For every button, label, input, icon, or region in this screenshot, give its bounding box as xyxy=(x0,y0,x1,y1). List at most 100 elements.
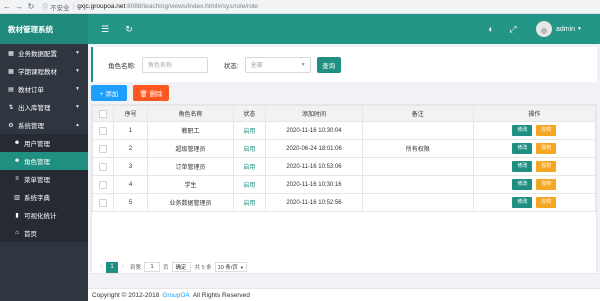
sidebar-item-system-management[interactable]: ⚙ 系统管理 ▲ xyxy=(0,116,88,134)
reload-icon[interactable]: ↻ xyxy=(26,2,36,12)
table-row: 3 订单管理员 启用 2020-11-16 10:53:06 修改 授权 xyxy=(92,157,597,176)
not-secure-label: 不安全 xyxy=(50,4,70,12)
time-cell: 2020-11-16 10:53:06 xyxy=(265,157,363,176)
menu-toggle-icon[interactable]: ☰ xyxy=(96,20,114,38)
select-all-checkbox[interactable] xyxy=(98,109,107,118)
sidebar-item-inventory[interactable]: ⇅ 出入库管理 ▼ xyxy=(0,98,88,116)
status-cell: 启用 xyxy=(232,175,267,194)
goto-confirm-button[interactable]: 确定 xyxy=(171,262,191,272)
sidebar-item-label: 学期课程教材 xyxy=(18,69,57,76)
avatar-head xyxy=(540,28,547,34)
status-select[interactable]: 全部 ▼ xyxy=(244,56,311,73)
table-row: 4 学生 启用 2020-11-16 10:30:16 修改 授权 xyxy=(92,175,597,194)
pagination: ‹ 1 › 到第 1 页 确定 共 5 条 10 条/页 ▼ xyxy=(96,261,247,273)
authorize-button[interactable]: 授权 xyxy=(536,197,557,208)
row-checkbox[interactable] xyxy=(98,198,107,207)
grid-icon: ▦ xyxy=(8,50,14,57)
sidebar-item-business-data[interactable]: ▦ 业务数据配置 ▼ xyxy=(0,44,88,62)
role-name-cell: 超级管理员 xyxy=(147,139,234,158)
row-checkbox[interactable] xyxy=(98,180,107,189)
select-all-header[interactable] xyxy=(92,105,114,122)
row-number: 5 xyxy=(112,193,149,212)
sidebar-item-roles[interactable]: ☻ 角色管理 xyxy=(0,152,88,170)
column-header: 添加时间 xyxy=(265,105,363,122)
avatar[interactable] xyxy=(535,21,552,37)
theme-icon[interactable]: ◐ xyxy=(482,20,500,38)
edit-button[interactable]: 修改 xyxy=(512,179,533,190)
next-page-icon[interactable]: › xyxy=(122,264,124,270)
user-icon: ☻ xyxy=(13,158,21,164)
sidebar-item-label: 系统管理 xyxy=(18,123,44,130)
address-bar[interactable]: ⓘ 不安全 | gxjc.groupoa.net:8088/teaching/v… xyxy=(42,2,258,12)
add-button[interactable]: + 添加 xyxy=(91,85,127,101)
row-checkbox[interactable] xyxy=(98,126,107,135)
fullscreen-icon[interactable]: ⤢ xyxy=(504,20,522,38)
sidebar-item-home[interactable]: ⌂ 首页 xyxy=(0,224,88,242)
status-select-value: 全部 xyxy=(250,63,263,69)
status-label: 状态: xyxy=(223,62,239,70)
book-icon: ▥ xyxy=(14,194,20,201)
menu-icon: ≡ xyxy=(15,176,19,182)
edit-button[interactable]: 修改 xyxy=(512,197,533,208)
sidebar-item-dictionary[interactable]: ▥ 系统字典 xyxy=(0,188,88,206)
sidebar-item-textbook-orders[interactable]: ▤ 教材订单 ▼ xyxy=(0,80,88,98)
time-cell: 2020-06-24 18:01:06 xyxy=(265,139,363,158)
row-number: 3 xyxy=(112,157,149,176)
sidebar-item-label: 出入库管理 xyxy=(18,105,51,112)
column-header: 角色名称 xyxy=(147,105,234,122)
table-row: 5 业务数据管理员 启用 2020-11-16 10:52:56 修改 授权 xyxy=(92,193,597,212)
time-cell: 2020-11-16 10:52:56 xyxy=(265,193,363,212)
row-number: 2 xyxy=(112,139,149,158)
grid-icon: ▦ xyxy=(8,68,14,75)
page-size-select[interactable]: 10 条/页 ▼ xyxy=(214,262,247,272)
role-name-label: 角色名称: xyxy=(108,62,136,70)
sidebar-item-statistics[interactable]: ▮ 可视化统计 xyxy=(0,206,88,224)
authorize-button[interactable]: 授权 xyxy=(536,125,557,136)
row-checkbox[interactable] xyxy=(98,144,107,153)
authorize-button[interactable]: 授权 xyxy=(536,179,557,190)
goto-page-input[interactable]: 1 xyxy=(144,262,161,272)
status-cell: 启用 xyxy=(232,121,267,140)
back-icon[interactable]: ← xyxy=(2,2,12,12)
edit-button[interactable]: 修改 xyxy=(512,125,533,136)
sidebar-item-label: 用户管理 xyxy=(24,141,50,148)
role-name-cell: 学生 xyxy=(147,175,234,194)
column-header: 备注 xyxy=(361,105,474,122)
chevron-down-icon[interactable]: ▼ xyxy=(577,26,582,32)
authorize-button[interactable]: 授权 xyxy=(536,161,557,172)
browser-toolbar: ← → ↻ ⓘ 不安全 | gxjc.groupoa.net:8088/teac… xyxy=(0,0,600,14)
brand-link[interactable]: GroupOA xyxy=(162,292,189,299)
sidebar-item-menus[interactable]: ≡ 菜单管理 xyxy=(0,170,88,188)
transfer-icon: ⇅ xyxy=(8,104,14,111)
role-name-input[interactable]: 角色名称 xyxy=(141,56,208,73)
current-page[interactable]: 1 xyxy=(106,261,118,273)
sidebar-item-label: 系统字典 xyxy=(24,195,50,202)
sidebar: ▦ 业务数据配置 ▼ ▦ 学期课程教材 ▼ ▤ 教材订单 ▼ ⇅ 出入库管理 ▼… xyxy=(0,44,88,301)
refresh-icon[interactable]: ↻ xyxy=(120,20,138,38)
chevron-down-icon: ▼ xyxy=(75,104,80,110)
query-button[interactable]: 查询 xyxy=(316,56,341,73)
edit-button[interactable]: 修改 xyxy=(512,161,533,172)
table-row: 1 教职工 启用 2020-11-16 10:30:04 修改 授权 xyxy=(92,121,597,140)
sidebar-item-label: 教材订单 xyxy=(18,87,44,94)
edit-button[interactable]: 修改 xyxy=(512,143,533,154)
authorize-button[interactable]: 授权 xyxy=(536,143,557,154)
sidebar-item-label: 角色管理 xyxy=(24,159,50,166)
sidebar-item-users[interactable]: ☻ 用户管理 xyxy=(0,134,88,152)
role-name-cell: 订单管理员 xyxy=(147,157,234,176)
prev-page-icon[interactable]: ‹ xyxy=(100,264,102,270)
chart-icon: ▮ xyxy=(15,212,19,219)
sidebar-item-semester-courses[interactable]: ▦ 学期课程教材 ▼ xyxy=(0,62,88,80)
user-name[interactable]: admin xyxy=(556,26,575,33)
row-checkbox[interactable] xyxy=(98,162,107,171)
forward-icon[interactable]: → xyxy=(14,2,24,12)
status-cell: 启用 xyxy=(232,139,267,158)
sidebar-item-label: 业务数据配置 xyxy=(18,51,57,58)
url-separator: | xyxy=(72,3,75,10)
column-header: 状态 xyxy=(232,105,267,122)
delete-button[interactable]: 🗑 删除 xyxy=(133,85,169,101)
info-icon[interactable]: ⓘ xyxy=(42,2,48,11)
list-icon: ▤ xyxy=(8,86,14,93)
url-text[interactable]: gxjc.groupoa.net:8088/teaching/views/ind… xyxy=(77,3,258,10)
status-cell: 启用 xyxy=(232,157,267,176)
